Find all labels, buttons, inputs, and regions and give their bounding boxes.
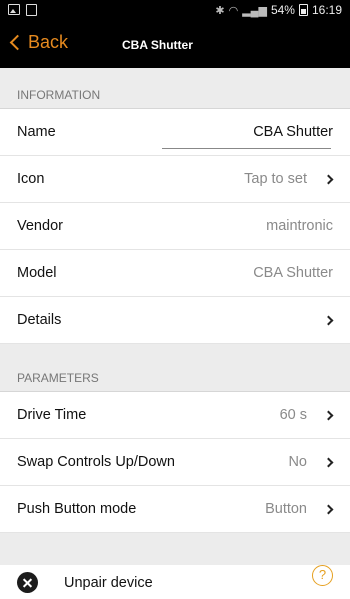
chevron-right-icon — [323, 504, 334, 515]
section-header-label: PARAMETERS — [17, 371, 99, 385]
chevron-right-icon — [323, 410, 334, 421]
unpair-label: Unpair device — [64, 575, 153, 591]
chevron-right-icon — [323, 315, 334, 326]
swap-controls-row[interactable]: Swap Controls Up/Down No — [0, 439, 350, 486]
status-bar: ✱ ◠ ▂▄▆ 54% 16:19 — [0, 0, 350, 22]
push-button-mode-value: Button — [265, 501, 307, 517]
model-value: CBA Shutter — [253, 265, 333, 281]
name-label: Name — [17, 124, 56, 140]
icon-label: Icon — [17, 171, 45, 187]
chevron-right-icon — [323, 457, 334, 468]
vendor-value: maintronic — [266, 218, 333, 234]
drive-time-label: Drive Time — [17, 407, 87, 423]
vendor-row: Vendor maintronic — [0, 203, 350, 250]
section-header-information: INFORMATION — [0, 68, 350, 109]
clipboard-icon — [26, 4, 37, 16]
vendor-label: Vendor — [17, 218, 63, 234]
image-icon — [8, 4, 20, 15]
name-field-underline — [162, 148, 331, 149]
section-spacer — [0, 533, 350, 565]
details-label: Details — [17, 312, 62, 328]
bluetooth-icon: ✱ — [215, 4, 225, 17]
model-row: Model CBA Shutter — [0, 250, 350, 297]
icon-value: Tap to set — [244, 171, 307, 187]
push-button-mode-row[interactable]: Push Button mode Button — [0, 486, 350, 533]
icon-row[interactable]: Icon Tap to set — [0, 156, 350, 203]
wifi-icon: ◠ — [228, 4, 239, 17]
drive-time-row[interactable]: Drive Time 60 s — [0, 392, 350, 439]
chevron-left-icon — [9, 34, 26, 51]
swap-controls-label: Swap Controls Up/Down — [17, 454, 175, 470]
back-label: Back — [28, 32, 69, 52]
section-header-parameters: PARAMETERS — [0, 344, 350, 392]
chevron-right-icon — [323, 174, 334, 185]
clock: 16:19 — [311, 3, 342, 17]
battery-icon — [298, 4, 308, 16]
close-circle-icon — [17, 572, 38, 593]
swap-controls-value: No — [288, 454, 307, 470]
section-header-label: INFORMATION — [17, 88, 101, 102]
push-button-mode-label: Push Button mode — [17, 501, 137, 517]
details-row[interactable]: Details — [0, 297, 350, 344]
unpair-device-button[interactable]: Unpair device ? — [0, 565, 350, 599]
battery-percent: 54% — [270, 3, 295, 17]
name-field[interactable]: CBA Shutter — [253, 124, 333, 140]
back-button[interactable]: Back — [8, 32, 68, 53]
nav-bar: Back CBA Shutter — [0, 22, 350, 68]
help-icon[interactable]: ? — [312, 565, 333, 586]
signal-icon: ▂▄▆ — [242, 4, 267, 17]
drive-time-value: 60 s — [279, 407, 307, 423]
model-label: Model — [17, 265, 57, 281]
page-title: CBA Shutter — [122, 38, 193, 52]
name-row[interactable]: Name CBA Shutter — [0, 109, 350, 156]
